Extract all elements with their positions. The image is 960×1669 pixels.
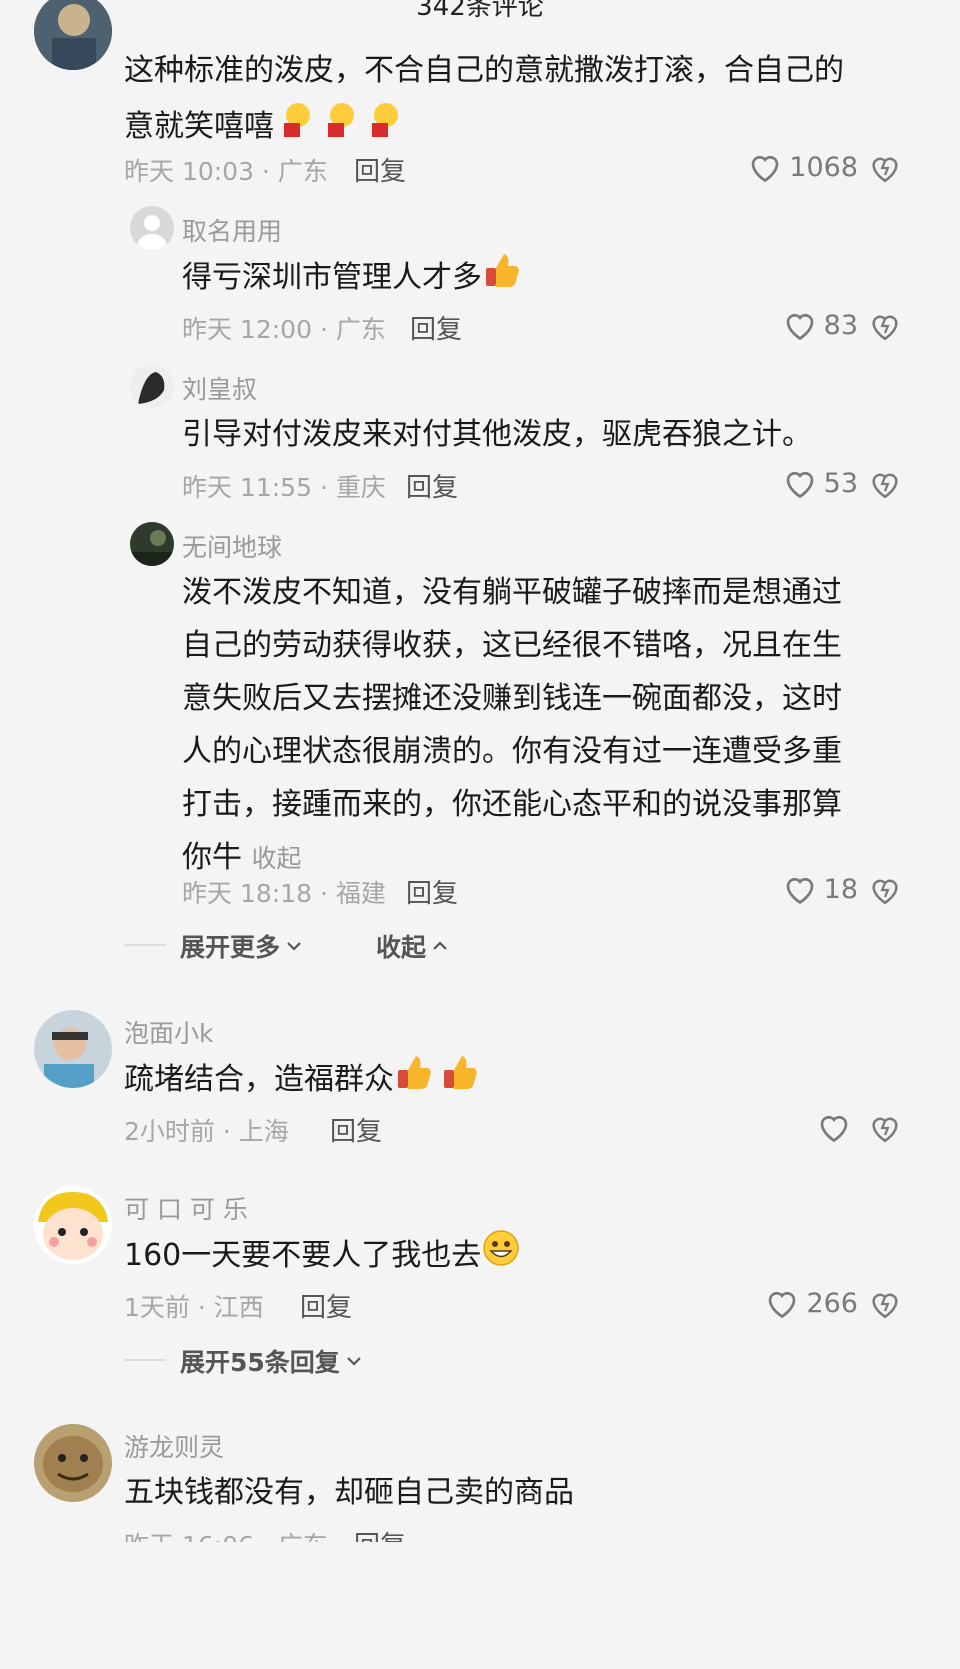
like-count: 266 [806, 1287, 858, 1319]
dislike-icon[interactable] [868, 1287, 902, 1321]
comment-meta: 昨天 10:03 · 广东 [124, 157, 328, 186]
reply-button[interactable]: 回复 [406, 873, 458, 910]
commenter-name[interactable]: 取名用用 [182, 212, 282, 248]
comment-meta: 昨天 12:00 · 广东 [182, 315, 386, 344]
expand-replies-button[interactable]: 展开55条回复 [180, 1343, 362, 1379]
like-count: 53 [823, 467, 858, 499]
commenter-name[interactable]: 泡面小k [124, 1014, 213, 1050]
dislike-icon[interactable] [868, 873, 902, 907]
commenter-name[interactable]: 游龙则灵 [124, 1428, 224, 1464]
like-count: 83 [823, 309, 858, 341]
avatar[interactable] [34, 1186, 112, 1264]
like-button[interactable]: 53 [782, 466, 858, 500]
avatar[interactable] [130, 364, 174, 408]
chevron-down-icon [287, 942, 301, 951]
commenter-name[interactable]: 无间地球 [182, 528, 282, 564]
like-button[interactable] [816, 1110, 858, 1144]
expand-more-button[interactable]: 展开更多 [180, 928, 302, 964]
comment-text: 引导对付泼皮来对付其他泼皮，驱虎吞狼之计。 [182, 417, 812, 452]
dislike-icon[interactable] [868, 1111, 902, 1145]
commenter-name[interactable]: 可 口 可 乐 [124, 1190, 248, 1226]
comment-meta: 昨天 16:06 · 广东 [124, 1526, 328, 1542]
like-count: 18 [823, 873, 858, 905]
comment-meta: 2小时前 · 上海 [124, 1117, 289, 1146]
heart-icon [786, 313, 813, 341]
collapse-text-button[interactable]: 收起 [252, 844, 302, 873]
comment-text: 五块钱都没有，却砸自己卖的商品 [124, 1475, 574, 1510]
reply-button[interactable]: 回复 [330, 1111, 382, 1148]
avatar[interactable] [130, 522, 174, 566]
comment-text: 疏堵结合，造福群众 [124, 1052, 484, 1109]
comment-text: 160一天要不要人了我也去 [124, 1228, 521, 1285]
comments-count-title: 342条评论 [416, 0, 544, 22]
divider [124, 1359, 166, 1361]
reply-button[interactable]: 回复 [354, 1525, 406, 1542]
collapse-replies-button[interactable]: 收起 [376, 928, 448, 964]
dislike-icon[interactable] [868, 467, 902, 501]
thumbs-up-emoji [482, 250, 522, 307]
dislike-icon[interactable] [868, 309, 902, 343]
reply-button[interactable]: 回复 [300, 1287, 352, 1324]
comment-text: 泼不泼皮不知道，没有躺平破罐子破摔而是想通过 自己的劳动获得收获，这已经很不错咯… [182, 575, 842, 875]
avatar[interactable] [34, 1010, 112, 1088]
comment-meta: 昨天 11:55 · 重庆 [182, 473, 386, 502]
reply-button[interactable]: 回复 [354, 151, 406, 188]
heart-icon [751, 155, 779, 183]
like-button[interactable]: 18 [782, 872, 858, 906]
like-button[interactable]: 266 [764, 1286, 858, 1320]
avatar[interactable] [34, 1424, 112, 1502]
thumbs-up-emoji [394, 1052, 484, 1109]
avatar[interactable] [130, 206, 174, 250]
heart-icon [786, 471, 813, 499]
heart-icon [820, 1115, 848, 1143]
comment-meta: 1天前 · 江西 [124, 1293, 264, 1322]
like-button[interactable]: 1068 [747, 150, 858, 184]
avatar[interactable] [34, 0, 112, 70]
commenter-name[interactable]: 刘皇叔 [182, 370, 257, 406]
comment-text: 得亏深圳市管理人才多 [182, 250, 522, 307]
comment-meta: 昨天 18:18 · 福建 [182, 879, 386, 908]
like-button[interactable]: 83 [782, 308, 858, 342]
laughing-emoji [274, 97, 406, 158]
grinning-emoji [481, 1228, 521, 1285]
reply-button[interactable]: 回复 [410, 309, 462, 346]
like-count: 1068 [789, 151, 858, 183]
comment-text: 这种标准的泼皮，不合自己的意就撒泼打滚，合自己的 意就笑嘻嘻 [124, 44, 884, 158]
reply-button[interactable]: 回复 [406, 467, 458, 504]
heart-icon [786, 877, 813, 905]
heart-icon [769, 1291, 796, 1319]
chevron-up-icon [433, 941, 447, 950]
chevron-down-icon [347, 1357, 361, 1366]
dislike-icon[interactable] [868, 151, 902, 185]
divider [124, 944, 166, 946]
